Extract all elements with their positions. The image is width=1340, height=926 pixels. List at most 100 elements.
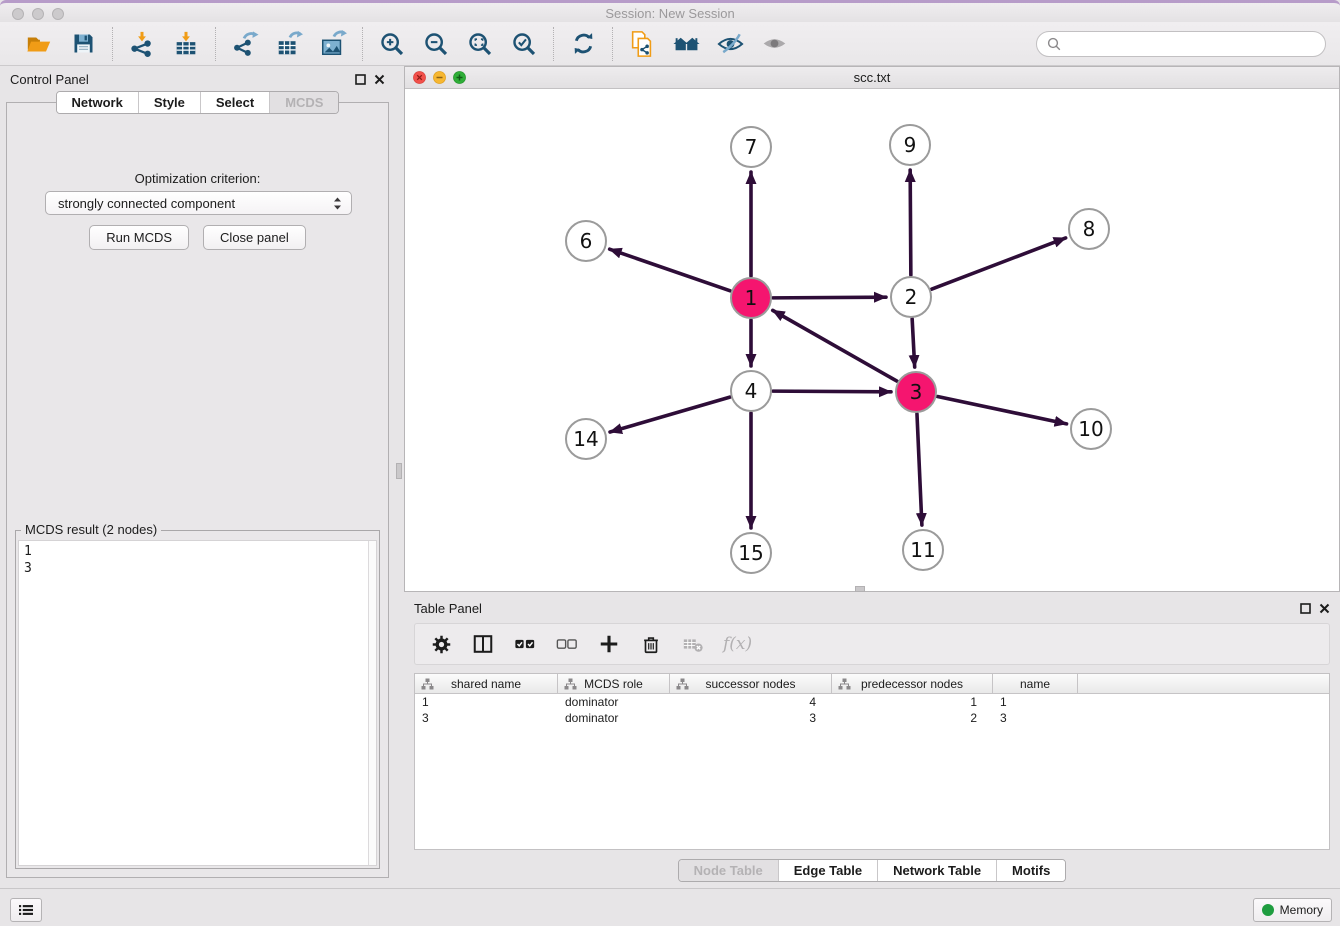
graph-node-6[interactable]: 6 bbox=[565, 220, 607, 262]
column-header-successor-nodes[interactable]: successor nodes bbox=[670, 674, 832, 693]
mcds-result-scrollbar[interactable] bbox=[368, 541, 376, 865]
network-view-window: scc.txt 7 9 6 8 1 2 4 3 14 10 15 11 bbox=[404, 66, 1340, 592]
import-network-icon[interactable] bbox=[127, 29, 157, 59]
optimization-criterion-label: Optimization criterion: bbox=[7, 171, 388, 186]
zoom-out-icon[interactable] bbox=[421, 29, 451, 59]
network-canvas[interactable]: 7 9 6 8 1 2 4 3 14 10 15 11 bbox=[405, 89, 1339, 591]
duplicate-network-icon[interactable] bbox=[627, 29, 657, 59]
tab-node-table[interactable]: Node Table bbox=[679, 860, 778, 881]
search-input[interactable] bbox=[1067, 36, 1315, 51]
cell-MCDS-role[interactable]: dominator bbox=[558, 711, 670, 725]
cell-predecessor-nodes[interactable]: 2 bbox=[832, 711, 993, 725]
graph-node-2[interactable]: 2 bbox=[890, 276, 932, 318]
cell-name[interactable]: 1 bbox=[993, 695, 1078, 709]
mcds-result-text: 1 3 bbox=[19, 541, 376, 579]
run-mcds-button[interactable]: Run MCDS bbox=[89, 225, 189, 250]
cell-MCDS-role[interactable]: dominator bbox=[558, 695, 670, 709]
window-titlebar: Session: New Session bbox=[0, 0, 1340, 22]
deselect-all-checkboxes-icon[interactable] bbox=[555, 632, 579, 656]
network-window-titlebar[interactable]: scc.txt bbox=[405, 67, 1339, 89]
column-header-predecessor-nodes[interactable]: predecessor nodes bbox=[832, 674, 993, 693]
column-header-name[interactable]: name bbox=[993, 674, 1078, 693]
table-panel-tabs: Node TableEdge TableNetwork TableMotifs bbox=[678, 859, 1067, 882]
tab-motifs[interactable]: Motifs bbox=[996, 860, 1065, 881]
close-panel-icon[interactable] bbox=[374, 74, 385, 85]
tab-edge-table[interactable]: Edge Table bbox=[778, 860, 877, 881]
graph-node-15[interactable]: 15 bbox=[730, 532, 772, 574]
save-session-icon[interactable] bbox=[68, 29, 98, 59]
task-history-button[interactable] bbox=[10, 898, 42, 922]
column-header-shared-name[interactable]: shared name bbox=[415, 674, 558, 693]
cell-name[interactable]: 3 bbox=[993, 711, 1078, 725]
cell-successor-nodes[interactable]: 4 bbox=[670, 695, 832, 709]
control-panel-tabs: NetworkStyleSelectMCDS bbox=[56, 91, 340, 114]
graph-node-4[interactable]: 4 bbox=[730, 370, 772, 412]
table-panel-title: Table Panel bbox=[414, 601, 482, 616]
add-column-icon[interactable] bbox=[597, 632, 621, 656]
export-network-icon[interactable] bbox=[230, 29, 260, 59]
graph-node-10[interactable]: 10 bbox=[1070, 408, 1112, 450]
zoom-fit-icon[interactable] bbox=[465, 29, 495, 59]
apply-layout-icon[interactable] bbox=[568, 29, 598, 59]
mcds-result-group: MCDS result (2 nodes) 1 3 bbox=[15, 530, 380, 869]
horizontal-splitter-handle[interactable] bbox=[855, 586, 865, 592]
tab-network[interactable]: Network bbox=[57, 92, 138, 113]
mcds-result-title: MCDS result (2 nodes) bbox=[21, 522, 161, 537]
show-all-eye-icon[interactable] bbox=[759, 29, 789, 59]
cell-shared-name[interactable]: 3 bbox=[415, 711, 558, 725]
task-list-icon bbox=[19, 903, 33, 917]
column-header-MCDS-role[interactable]: MCDS role bbox=[558, 674, 670, 693]
cell-predecessor-nodes[interactable]: 1 bbox=[832, 695, 993, 709]
close-panel-button[interactable]: Close panel bbox=[203, 225, 306, 250]
zoom-in-icon[interactable] bbox=[377, 29, 407, 59]
tab-style[interactable]: Style bbox=[138, 92, 200, 113]
function-builder-icon: f(x) bbox=[723, 634, 752, 654]
graph-node-9[interactable]: 9 bbox=[889, 124, 931, 166]
export-image-icon[interactable] bbox=[318, 29, 348, 59]
memory-status-dot bbox=[1262, 904, 1274, 916]
criterion-dropdown[interactable]: strongly connected component bbox=[45, 191, 352, 215]
tab-network-table[interactable]: Network Table bbox=[877, 860, 996, 881]
search-container bbox=[1036, 31, 1326, 57]
main-toolbar bbox=[0, 22, 1340, 66]
settings-gear-icon[interactable] bbox=[429, 632, 453, 656]
tab-select[interactable]: Select bbox=[200, 92, 269, 113]
graph-node-7[interactable]: 7 bbox=[730, 126, 772, 168]
node-table-header: shared nameMCDS rolesuccessor nodesprede… bbox=[415, 674, 1329, 694]
graph-node-11[interactable]: 11 bbox=[902, 529, 944, 571]
mcds-result-box[interactable]: 1 3 bbox=[18, 540, 377, 866]
open-session-icon[interactable] bbox=[24, 29, 54, 59]
float-panel-icon[interactable] bbox=[355, 74, 366, 85]
window-title: Session: New Session bbox=[0, 6, 1340, 21]
table-toolbar: f(x) bbox=[414, 623, 1330, 665]
select-all-checkboxes-icon[interactable] bbox=[513, 632, 537, 656]
vertical-splitter-handle[interactable] bbox=[396, 463, 402, 479]
show-column-icon[interactable] bbox=[471, 632, 495, 656]
hide-selected-eye-icon[interactable] bbox=[715, 29, 745, 59]
table-row-0[interactable]: 1dominator411 bbox=[415, 694, 1329, 710]
graph-node-8[interactable]: 8 bbox=[1068, 208, 1110, 250]
cell-shared-name[interactable]: 1 bbox=[415, 695, 558, 709]
table-close-panel-icon[interactable] bbox=[1319, 603, 1330, 614]
export-table-icon[interactable] bbox=[274, 29, 304, 59]
import-table-icon[interactable] bbox=[171, 29, 201, 59]
node-table-body: 1dominator4113dominator323 bbox=[415, 694, 1329, 726]
zoom-selected-icon[interactable] bbox=[509, 29, 539, 59]
table-row-1[interactable]: 3dominator323 bbox=[415, 710, 1329, 726]
delete-table-icon bbox=[681, 632, 705, 656]
graph-node-14[interactable]: 14 bbox=[565, 418, 607, 460]
cell-successor-nodes[interactable]: 3 bbox=[670, 711, 832, 725]
status-bar: Memory bbox=[0, 888, 1340, 926]
graph-node-1[interactable]: 1 bbox=[730, 277, 772, 319]
search-icon bbox=[1047, 37, 1061, 51]
dropdown-stepper-icon bbox=[332, 195, 343, 212]
graph-node-3[interactable]: 3 bbox=[895, 371, 937, 413]
tab-mcds[interactable]: MCDS bbox=[269, 92, 338, 113]
criterion-dropdown-value: strongly connected component bbox=[58, 196, 332, 211]
control-panel: Control Panel NetworkStyleSelectMCDS Opt… bbox=[0, 66, 395, 888]
table-float-panel-icon[interactable] bbox=[1300, 603, 1311, 614]
home-icon[interactable] bbox=[671, 29, 701, 59]
memory-button[interactable]: Memory bbox=[1253, 898, 1332, 922]
delete-column-icon[interactable] bbox=[639, 632, 663, 656]
search-field[interactable] bbox=[1036, 31, 1326, 57]
